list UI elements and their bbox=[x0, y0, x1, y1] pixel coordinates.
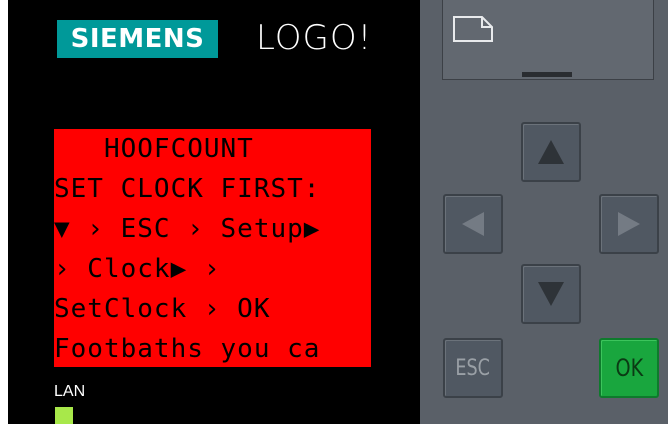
esc-button-label: ESC bbox=[455, 355, 491, 381]
product-name: LOGO! bbox=[256, 18, 373, 58]
lcd-line-3: ▼ › ESC › Setup▶ bbox=[54, 214, 321, 244]
ok-button[interactable]: OK bbox=[599, 338, 659, 398]
triangle-left-icon bbox=[462, 212, 484, 236]
siemens-logo: SIEMENS bbox=[57, 20, 218, 58]
ok-button-label: OK bbox=[615, 354, 643, 382]
lan-status-led bbox=[55, 407, 73, 424]
lcd-line-6: Footbaths you ca bbox=[54, 334, 321, 364]
down-button[interactable] bbox=[521, 264, 581, 324]
lan-label: LAN bbox=[54, 383, 86, 400]
right-button[interactable] bbox=[599, 194, 659, 254]
lcd-line-1: HOOFCOUNT bbox=[54, 134, 254, 164]
up-button[interactable] bbox=[521, 122, 581, 182]
memory-card-icon bbox=[453, 16, 493, 42]
siemens-logo-text: SIEMENS bbox=[70, 24, 205, 54]
esc-button[interactable]: ESC bbox=[443, 338, 503, 398]
triangle-right-icon bbox=[618, 212, 640, 236]
module-slot bbox=[522, 72, 572, 77]
lcd-line-5: SetClock › OK bbox=[54, 294, 271, 324]
lcd-line-4: › Clock▶ › bbox=[54, 254, 221, 284]
triangle-down-icon bbox=[538, 282, 564, 306]
lcd-line-2: SET CLOCK FIRST: bbox=[54, 174, 321, 204]
triangle-up-icon bbox=[538, 140, 564, 164]
lcd-screen: HOOFCOUNT SET CLOCK FIRST: ▼ › ESC › Set… bbox=[54, 129, 371, 367]
left-button[interactable] bbox=[443, 194, 503, 254]
